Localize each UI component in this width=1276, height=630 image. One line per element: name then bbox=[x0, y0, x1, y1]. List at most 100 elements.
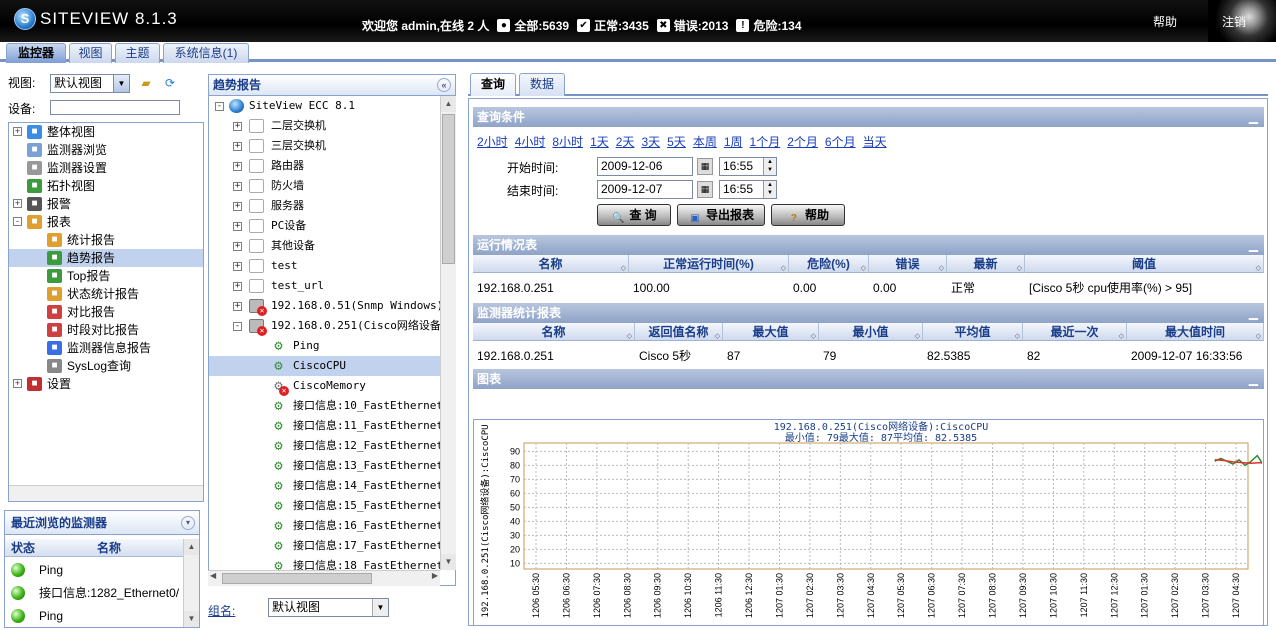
scroll-right-icon[interactable]: ▶ bbox=[432, 571, 438, 580]
nav-item[interactable]: + ■ 报警 bbox=[9, 195, 203, 213]
nav-item[interactable]: ■ 监测器信息报告 bbox=[9, 339, 203, 357]
nav-item[interactable]: ■ SysLog查询 bbox=[9, 357, 203, 375]
tab-views[interactable]: 视图 bbox=[69, 43, 112, 63]
column-header[interactable]: 错误 ◇ bbox=[869, 255, 947, 273]
tree-node[interactable]: + test_url bbox=[209, 276, 455, 296]
time-range-link[interactable]: 6个月 bbox=[825, 135, 856, 149]
scroll-down-icon[interactable]: ▼ bbox=[184, 611, 199, 627]
export-button[interactable]: ▣ 导出报表 bbox=[677, 204, 765, 226]
tab-monitors[interactable]: 监控器 bbox=[6, 43, 66, 63]
nav-item[interactable]: ■ 对比报告 bbox=[9, 303, 203, 321]
tree-node[interactable]: + test bbox=[209, 256, 455, 276]
query-button[interactable]: 🔍 查 询 bbox=[597, 204, 671, 226]
tree-root[interactable]: - SiteView ECC 8.1 bbox=[209, 96, 455, 116]
device-tree-vscroll[interactable]: ▲ ▼ bbox=[440, 96, 456, 570]
folder-open-icon[interactable]: ▰ bbox=[138, 75, 154, 91]
time-range-link[interactable]: 5天 bbox=[667, 135, 686, 149]
tree-node[interactable]: + 二层交换机 bbox=[209, 116, 455, 136]
end-date-input[interactable]: 2009-12-07 bbox=[597, 180, 693, 199]
time-range-link[interactable]: 4小时 bbox=[515, 135, 546, 149]
nav-item[interactable]: ■ 监测器浏览 bbox=[9, 141, 203, 159]
nav-item[interactable]: ■ 拓扑视图 bbox=[9, 177, 203, 195]
column-header[interactable]: 最大值时间 ◇ bbox=[1127, 323, 1264, 341]
tree-node[interactable]: + 其他设备 bbox=[209, 236, 455, 256]
nav-item[interactable]: ■ 趋势报告 bbox=[9, 249, 203, 267]
tree-node[interactable]: ⚙ 接口信息:11_FastEthernet0 bbox=[209, 416, 455, 436]
column-header[interactable]: 最小值 ◇ bbox=[819, 323, 923, 341]
column-header[interactable]: 最近一次 ◇ bbox=[1023, 323, 1127, 341]
tree-node[interactable]: + 路由器 bbox=[209, 156, 455, 176]
collapse-icon[interactable]: - bbox=[215, 102, 224, 111]
expand-icon[interactable]: + bbox=[233, 122, 242, 131]
tree-node[interactable]: ⚙ 接口信息:14_FastEthernet0 bbox=[209, 476, 455, 496]
nav-item[interactable]: + ■ 设置 bbox=[9, 375, 203, 393]
recent-monitor-row[interactable]: Ping bbox=[5, 559, 183, 581]
start-time-input[interactable]: 16:55 ▲ ▼ bbox=[719, 157, 777, 176]
tree-node[interactable]: ⚙ ✕ CiscoMemory bbox=[209, 376, 455, 396]
help-link[interactable]: 帮助 bbox=[1153, 13, 1177, 30]
group-select[interactable]: 默认视图 ▼ bbox=[268, 598, 389, 617]
column-header[interactable]: 平均值 ◇ bbox=[923, 323, 1023, 341]
tab-data[interactable]: 数据 bbox=[519, 73, 565, 96]
collapse-icon[interactable]: - bbox=[233, 322, 242, 331]
tree-node[interactable]: + 服务器 bbox=[209, 196, 455, 216]
scroll-down-icon[interactable]: ▼ bbox=[441, 554, 456, 570]
expand-icon[interactable]: + bbox=[13, 127, 22, 136]
expand-icon[interactable]: + bbox=[233, 222, 242, 231]
scroll-thumb[interactable] bbox=[222, 573, 372, 584]
expand-icon[interactable]: + bbox=[233, 162, 242, 171]
collapse-icon[interactable]: ▾ bbox=[181, 516, 195, 530]
tab-themes[interactable]: 主题 bbox=[115, 43, 160, 63]
nav-item[interactable]: ■ 状态统计报告 bbox=[9, 285, 203, 303]
column-header[interactable]: 最大值 ◇ bbox=[723, 323, 819, 341]
minimize-icon[interactable]: ▁ bbox=[1249, 303, 1258, 323]
column-header[interactable]: 名称 ◇ bbox=[473, 323, 635, 341]
column-header[interactable]: 返回值名称 ◇ bbox=[635, 323, 723, 341]
tab-query[interactable]: 查询 bbox=[470, 73, 516, 96]
nav-item[interactable]: ■ Top报告 bbox=[9, 267, 203, 285]
start-date-input[interactable]: 2009-12-06 bbox=[597, 157, 693, 176]
minimize-icon[interactable]: ▁ bbox=[1249, 235, 1258, 255]
column-header[interactable]: 最新 ◇ bbox=[947, 255, 1025, 273]
recent-monitor-row[interactable]: Ping bbox=[5, 605, 183, 627]
tree-node[interactable]: ⚙ 接口信息:16_FastEthernet0 bbox=[209, 516, 455, 536]
nav-item[interactable]: ■ 统计报告 bbox=[9, 231, 203, 249]
expand-icon[interactable]: + bbox=[233, 142, 242, 151]
time-range-link[interactable]: 当天 bbox=[863, 135, 887, 149]
column-header[interactable]: 阈值 ◇ bbox=[1025, 255, 1264, 273]
tree-node[interactable]: ⚙ CiscoCPU bbox=[209, 356, 455, 376]
column-header[interactable]: 名称 ◇ bbox=[473, 255, 629, 273]
tree-node[interactable]: ⚙ 接口信息:12_FastEthernet0 bbox=[209, 436, 455, 456]
minimize-icon[interactable]: ▁ bbox=[1249, 107, 1258, 127]
device-input[interactable] bbox=[50, 100, 180, 115]
time-range-link[interactable]: 1天 bbox=[590, 135, 609, 149]
tree-node[interactable]: - ✕ 192.168.0.251(Cisco网络设备) bbox=[209, 316, 455, 336]
expand-icon[interactable]: + bbox=[233, 282, 242, 291]
tab-system-info[interactable]: 系统信息(1) bbox=[163, 43, 249, 63]
collapse-icon[interactable]: - bbox=[13, 217, 22, 226]
nav-item[interactable]: + ■ 整体视图 bbox=[9, 123, 203, 141]
minimize-icon[interactable]: ▁ bbox=[1249, 369, 1258, 389]
spinner-icon[interactable]: ▲ ▼ bbox=[763, 181, 776, 198]
expand-icon[interactable]: + bbox=[233, 202, 242, 211]
nav-item[interactable]: - ■ 报表 bbox=[9, 213, 203, 231]
recent-scrollbar[interactable]: ▲ ▼ bbox=[183, 539, 199, 627]
time-range-link[interactable]: 3天 bbox=[641, 135, 660, 149]
tree-node[interactable]: + PC设备 bbox=[209, 216, 455, 236]
spinner-icon[interactable]: ▲ ▼ bbox=[763, 158, 776, 175]
tree-node[interactable]: + 防火墙 bbox=[209, 176, 455, 196]
end-time-input[interactable]: 16:55 ▲ ▼ bbox=[719, 180, 777, 199]
help-button[interactable]: ? 帮助 bbox=[771, 204, 845, 226]
collapse-left-icon[interactable]: « bbox=[437, 78, 451, 92]
tree-node[interactable]: ⚙ 接口信息:10_FastEthernet0 bbox=[209, 396, 455, 416]
expand-icon[interactable]: + bbox=[233, 262, 242, 271]
time-range-link[interactable]: 2天 bbox=[616, 135, 635, 149]
expand-icon[interactable]: + bbox=[13, 199, 22, 208]
expand-icon[interactable]: + bbox=[233, 302, 242, 311]
calendar-icon[interactable]: ▦ bbox=[697, 181, 713, 198]
expand-icon[interactable]: + bbox=[13, 379, 22, 388]
column-header[interactable]: 危险(%) ◇ bbox=[789, 255, 869, 273]
time-range-link[interactable]: 1周 bbox=[724, 135, 743, 149]
tree-node[interactable]: ⚙ 接口信息:13_FastEthernet0 bbox=[209, 456, 455, 476]
recent-monitor-row[interactable]: 接口信息:1282_Ethernet0/ bbox=[5, 582, 183, 604]
